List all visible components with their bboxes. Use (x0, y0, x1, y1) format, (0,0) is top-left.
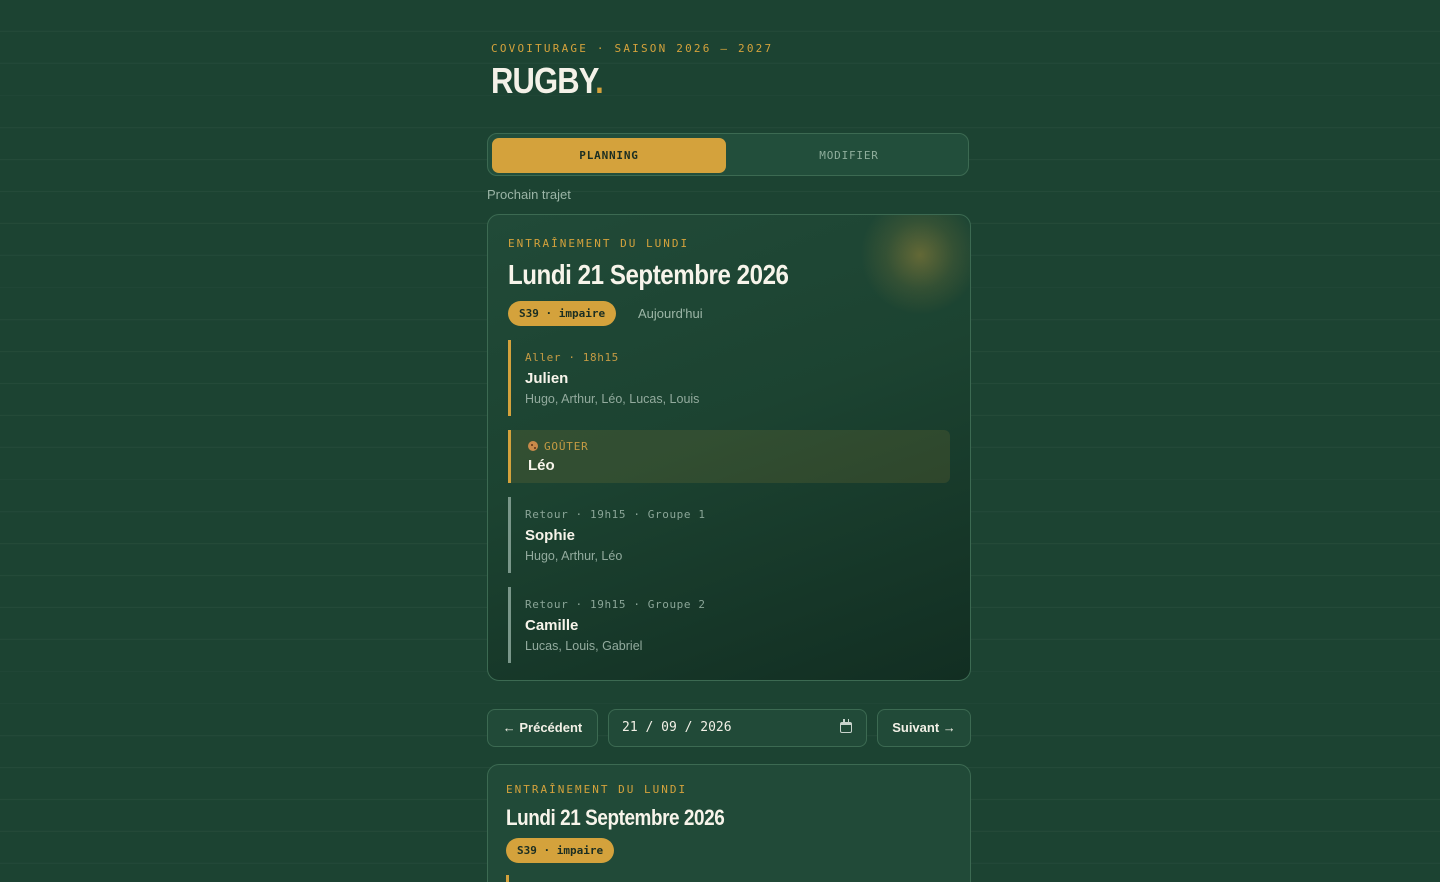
trip-aller: Aller · 18h15 Julien Hugo, Arthur, Léo, … (508, 340, 950, 416)
app-title-dot: . (595, 60, 604, 101)
trip-driver: Camille (525, 617, 579, 634)
date-picker-input[interactable]: 21 / 09 / 2026 (608, 709, 867, 747)
card-eyebrow: ENTRAÎNEMENT DU LUNDI (508, 237, 690, 250)
trip-passengers: Hugo, Arthur, Léo, Lucas, Louis (525, 392, 700, 406)
view-tabs: PLANNING MODIFIER (487, 133, 969, 176)
snack-row: GOÛTER Léo (508, 430, 950, 483)
card-title: Lundi 21 Septembre 2026 (506, 805, 725, 830)
trip-meta: Retour · 19h15 · Groupe 2 (525, 598, 706, 611)
week-card: ENTRAÎNEMENT DU LUNDI Lundi 21 Septembre… (487, 764, 971, 882)
trip-passengers: Hugo, Arthur, Léo (525, 549, 623, 563)
date-value: 21 / 09 / 2026 (622, 720, 732, 735)
next-button[interactable]: Suivant → (877, 709, 971, 747)
snack-person: Léo (528, 457, 555, 474)
tab-modifier[interactable]: MODIFIER (732, 138, 966, 173)
app-title-text: RUGBY (491, 60, 596, 101)
trip-retour-groupe-2: Retour · 19h15 · Groupe 2 Camille Lucas,… (508, 587, 950, 663)
trip-passengers: Lucas, Louis, Gabriel (525, 639, 643, 653)
card-title: Lundi 21 Septembre 2026 (508, 259, 789, 290)
season-eyebrow: COVOITURAGE · SAISON 2026 – 2027 (491, 42, 774, 55)
previous-button[interactable]: ← Précédent (487, 709, 598, 747)
cookie-icon (528, 441, 538, 451)
trip-retour-groupe-1: Retour · 19h15 · Groupe 1 Sophie Hugo, A… (508, 497, 950, 573)
next-trip-label: Prochain trajet (487, 187, 571, 202)
card-eyebrow: ENTRAÎNEMENT DU LUNDI (506, 783, 688, 796)
next-trip-card: ENTRAÎNEMENT DU LUNDI Lundi 21 Septembre… (487, 214, 971, 681)
calendar-icon[interactable] (840, 719, 852, 733)
trip-driver: Julien (525, 370, 569, 387)
snack-meta-label: GOÛTER (544, 440, 589, 453)
today-label: Aujourd'hui (638, 306, 703, 321)
card-glow (860, 215, 970, 315)
trip-meta: Retour · 19h15 · Groupe 1 (525, 508, 706, 521)
tab-planning[interactable]: PLANNING (492, 138, 726, 173)
trip-driver: Sophie (525, 527, 576, 544)
trip-meta: Aller · 18h15 (525, 351, 619, 364)
app-title: RUGBY. (491, 60, 604, 102)
snack-meta: GOÛTER (528, 440, 589, 453)
date-navigation: ← Précédent 21 / 09 / 2026 Suivant → (487, 709, 971, 747)
trip-accent-bar (506, 875, 509, 882)
week-badge: S39 · impaire (506, 838, 615, 863)
week-badge: S39 · impaire (508, 301, 617, 326)
